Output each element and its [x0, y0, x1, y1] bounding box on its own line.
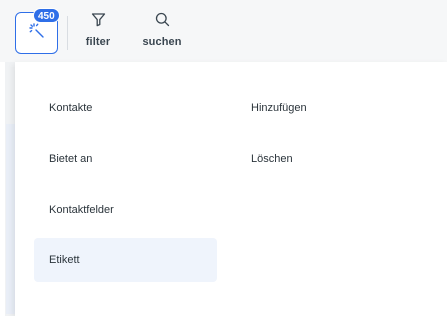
- count-badge: 450: [33, 8, 60, 23]
- menu-item-hinzufuegen[interactable]: Hinzufügen: [236, 86, 419, 130]
- actions-dropdown-menu: Kontakte Bietet an Kontaktfelder Etikett…: [15, 62, 447, 316]
- page: 450 filter suchen Kontakte Bietet an Kon…: [0, 0, 447, 316]
- menu-item-loeschen[interactable]: Löschen: [236, 137, 419, 181]
- toolbar: 450 filter suchen: [0, 0, 447, 62]
- menu-item-etikett[interactable]: Etikett: [34, 238, 217, 282]
- search-label: suchen: [142, 36, 182, 48]
- menu-item-kontakte[interactable]: Kontakte: [34, 86, 217, 130]
- toolbar-divider: [67, 16, 68, 50]
- menu-item-bietet-an[interactable]: Bietet an: [34, 137, 217, 181]
- menu-item-kontaktfelder[interactable]: Kontaktfelder: [34, 188, 217, 232]
- magic-wand-icon: [28, 22, 46, 45]
- filter-label: filter: [85, 36, 111, 48]
- background-panel-inner: [6, 124, 15, 314]
- search-button[interactable]: suchen: [141, 12, 183, 48]
- filter-icon: [91, 12, 106, 32]
- filter-button[interactable]: filter: [84, 12, 112, 48]
- search-icon: [155, 12, 170, 32]
